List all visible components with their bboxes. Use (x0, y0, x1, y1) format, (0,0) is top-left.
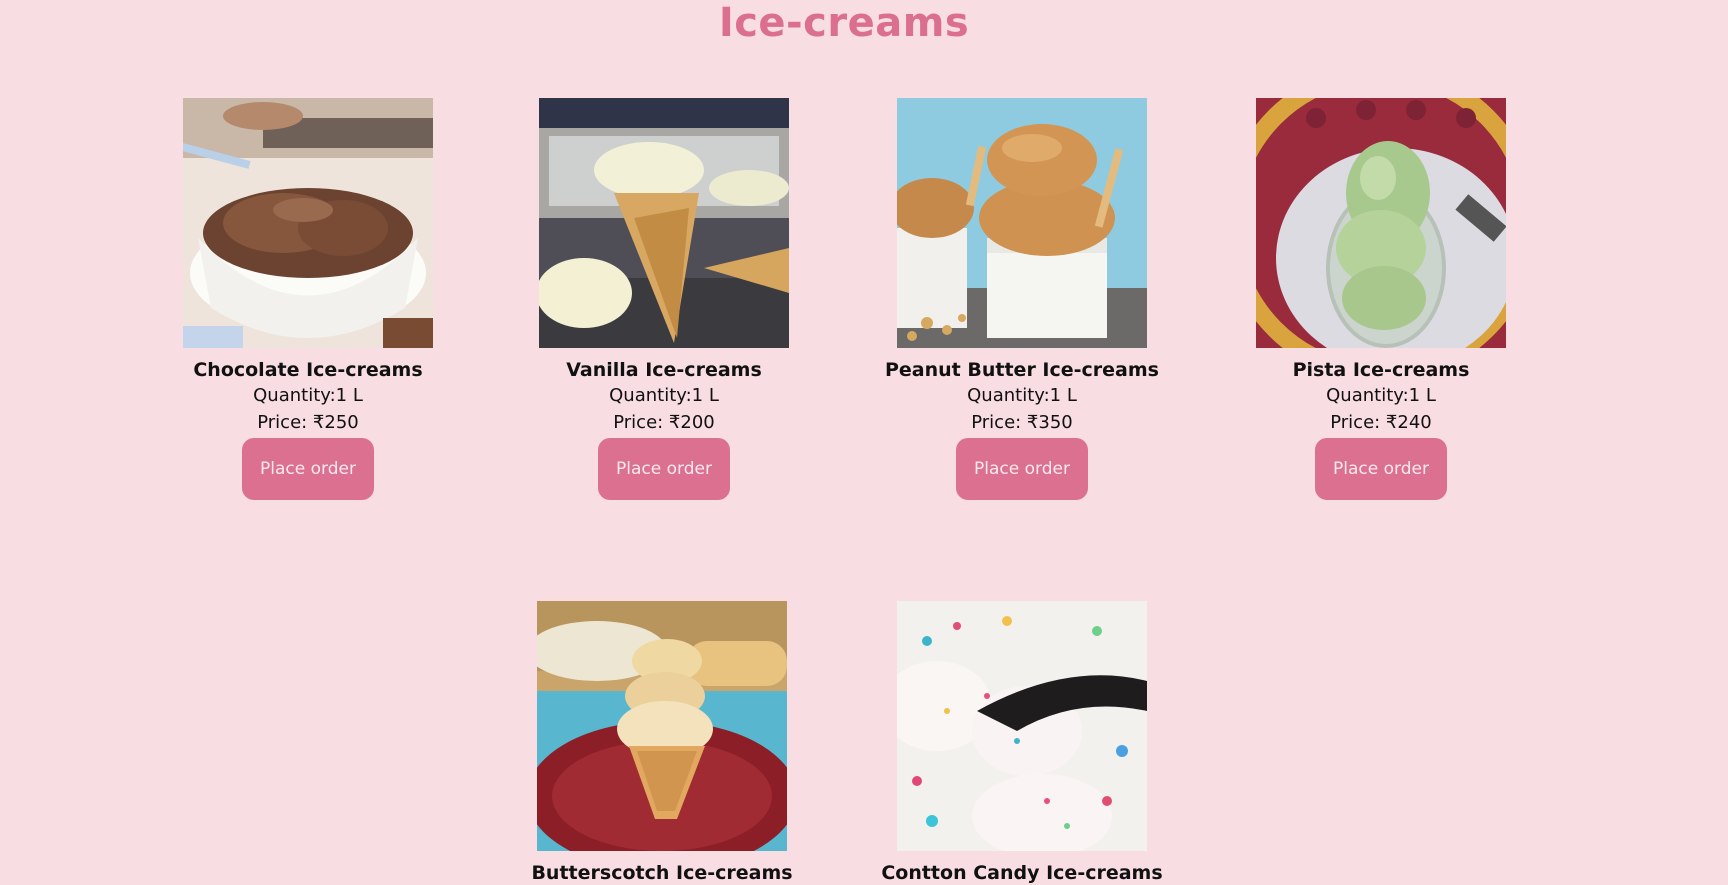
pista-ice-cream-image (1256, 98, 1506, 348)
product-price: Price: ₹240 (1330, 412, 1432, 433)
product-name: Pista Ice-creams (1292, 359, 1470, 381)
product-price: Price: ₹200 (613, 412, 715, 433)
product-card-cotton-candy: Contton Candy Ice-creams (872, 601, 1172, 885)
product-name: Vanilla Ice-creams (566, 359, 762, 381)
product-price: Price: ₹250 (257, 412, 359, 433)
product-price: Price: ₹350 (971, 412, 1073, 433)
product-quantity: Quantity:1 L (609, 385, 719, 406)
peanut-butter-ice-cream-image (897, 98, 1147, 348)
place-order-button[interactable]: Place order (1315, 438, 1447, 500)
product-name: Butterscotch Ice-creams (531, 862, 793, 884)
place-order-button[interactable]: Place order (956, 438, 1088, 500)
product-card-chocolate: Chocolate Ice-creams Quantity:1 L Price:… (158, 98, 458, 500)
product-quantity: Quantity:1 L (1326, 385, 1436, 406)
product-card-peanut-butter: Peanut Butter Ice-creams Quantity:1 L Pr… (872, 98, 1172, 500)
cotton-candy-ice-cream-image (897, 601, 1147, 851)
product-quantity: Quantity:1 L (253, 385, 363, 406)
product-card-vanilla: Vanilla Ice-creams Quantity:1 L Price: ₹… (514, 98, 814, 500)
vanilla-ice-cream-image (539, 98, 789, 348)
product-quantity: Quantity:1 L (967, 385, 1077, 406)
page-title: Ice-creams (718, 0, 970, 46)
butterscotch-ice-cream-image (537, 601, 787, 851)
chocolate-ice-cream-image (183, 98, 433, 348)
product-card-pista: Pista Ice-creams Quantity:1 L Price: ₹24… (1231, 98, 1531, 500)
product-card-butterscotch: Butterscotch Ice-creams (512, 601, 812, 885)
place-order-button[interactable]: Place order (242, 438, 374, 500)
product-name: Contton Candy Ice-creams (881, 862, 1163, 884)
place-order-button[interactable]: Place order (598, 438, 730, 500)
product-name: Chocolate Ice-creams (193, 359, 423, 381)
product-name: Peanut Butter Ice-creams (885, 359, 1159, 381)
